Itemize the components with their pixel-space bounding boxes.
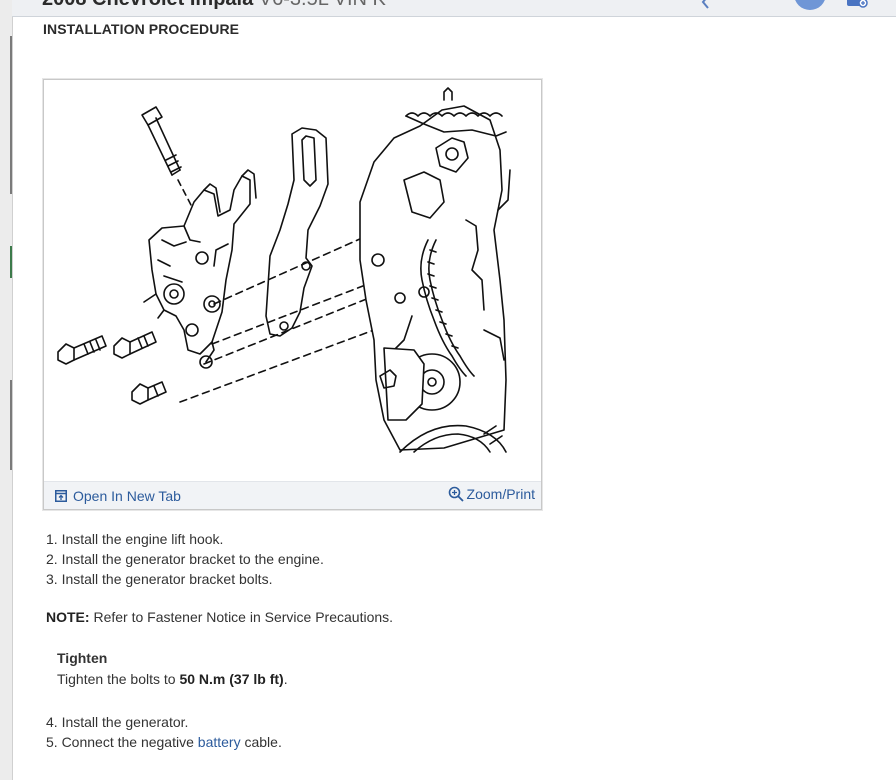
title-engine: V6-3.5L VIN K	[259, 0, 386, 10]
tighten-heading: Tighten	[57, 650, 108, 666]
rail-mark-green	[10, 246, 12, 278]
step-item: 5. Connect the negative battery cable.	[46, 732, 282, 752]
zoom-print-link[interactable]: Zoom/Print	[448, 486, 535, 502]
generator-bracket-diagram[interactable]	[44, 80, 541, 480]
tighten-prefix: Tighten the bolts to	[57, 671, 180, 687]
note-label: NOTE:	[46, 609, 90, 625]
add-folder-icon[interactable]	[846, 0, 868, 8]
open-in-new-tab-link[interactable]: Open In New Tab	[55, 488, 181, 504]
step-item: 4. Install the generator.	[46, 714, 189, 730]
zoom-in-icon	[448, 486, 464, 502]
note-paragraph: NOTE: Refer to Fastener Notice in Servic…	[46, 609, 393, 625]
engine-block	[359, 87, 511, 453]
section-heading: INSTALLATION PROCEDURE	[43, 21, 240, 37]
steps-list-b: 4. Install the generator. 5. Connect the…	[46, 712, 282, 752]
figure-toolbar: Open In New Tab Zoom/Print	[44, 481, 541, 509]
title-vehicle: 2008 Chevrolet Impala	[42, 0, 253, 10]
open-tab-icon	[55, 490, 67, 502]
step-item: 3. Install the generator bracket bolts.	[46, 571, 273, 587]
avatar[interactable]	[794, 0, 826, 10]
note-text: Refer to Fastener Notice in Service Prec…	[89, 609, 394, 625]
tighten-text: Tighten the bolts to 50 N.m (37 lb ft).	[57, 671, 288, 687]
page-title: 2008 Chevrolet Impala V6-3.5L VIN K	[42, 0, 386, 11]
open-tab-label: Open In New Tab	[73, 488, 181, 504]
step5-suffix: cable.	[240, 734, 282, 750]
rail-mark	[10, 380, 12, 470]
chevron-left-icon[interactable]	[698, 0, 712, 10]
steps-list-a: 1. Install the engine lift hook. 2. Inst…	[46, 529, 324, 589]
bracket-bolts	[57, 331, 167, 405]
left-rail	[0, 0, 13, 780]
zoom-print-label: Zoom/Print	[466, 486, 535, 502]
generator-bracket	[143, 169, 257, 369]
step5-prefix: 5. Connect the negative	[46, 734, 198, 750]
figure-container: Open In New Tab Zoom/Print	[43, 79, 542, 510]
step-item: 1. Install the engine lift hook.	[46, 531, 224, 547]
torque-value: 50 N.m (37 lb ft)	[179, 671, 284, 687]
battery-link[interactable]: battery	[198, 734, 241, 750]
step-item: 2. Install the generator bracket to the …	[46, 551, 324, 567]
rail-mark	[10, 36, 12, 194]
lift-hook-plate	[265, 127, 329, 337]
top-header: 2008 Chevrolet Impala V6-3.5L VIN K	[12, 0, 896, 17]
tighten-suffix: .	[283, 671, 288, 687]
